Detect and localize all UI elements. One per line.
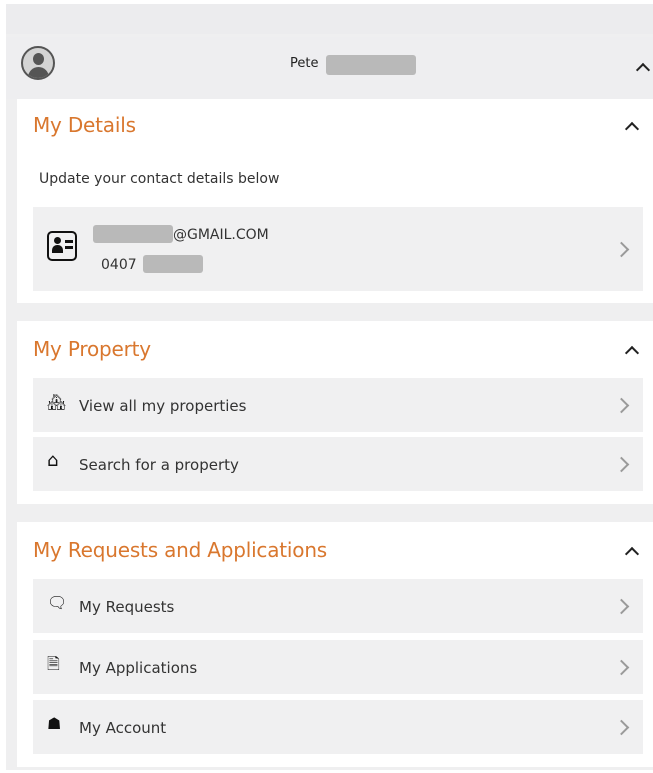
chevron-right-icon (613, 598, 630, 615)
my-applications-row[interactable]: 🗎︎ My Applications (33, 640, 643, 694)
redacted-email-prefix (93, 225, 173, 243)
details-subtitle: Update your contact details below (39, 171, 280, 187)
search-property-label: Search for a property (79, 456, 239, 474)
my-requests-card: My Requests and Applications 🗨︎ My Reque… (17, 522, 653, 767)
chevron-right-icon (613, 397, 630, 414)
account-icon: ☗ (47, 714, 62, 733)
houses-icon: 🏘︎ (47, 393, 67, 411)
my-applications-label: My Applications (79, 659, 198, 677)
view-all-properties-row[interactable]: 🏘︎ View all my properties (33, 378, 643, 432)
chevron-right-icon (613, 719, 630, 736)
contact-email: @GMAIL.COM (173, 227, 269, 243)
my-property-title: My Property (33, 337, 151, 361)
collapse-requests-icon[interactable] (624, 546, 640, 562)
home-icon: ⌂ (47, 450, 59, 471)
user-name: Pete (290, 56, 319, 71)
user-header[interactable]: Pete (6, 37, 653, 99)
collapse-details-icon[interactable] (624, 121, 640, 137)
collapse-user-icon[interactable] (635, 62, 651, 78)
my-details-title: My Details (33, 113, 136, 137)
my-requests-row[interactable]: 🗨︎ My Requests (33, 579, 643, 633)
collapse-property-icon[interactable] (624, 345, 640, 361)
my-account-label: My Account (79, 719, 167, 737)
top-bar (6, 4, 653, 34)
redacted-phone-suffix (143, 255, 203, 273)
app-frame: Pete My Details Update your contact deta… (6, 4, 653, 770)
contact-card-icon (47, 231, 77, 261)
chevron-right-icon (613, 659, 630, 676)
my-account-row[interactable]: ☗ My Account (33, 700, 643, 754)
contact-phone: 0407 (101, 257, 137, 273)
search-property-row[interactable]: ⌂ Search for a property (33, 437, 643, 491)
my-property-card: My Property 🏘︎ View all my properties ⌂ … (17, 321, 653, 504)
chevron-right-icon (613, 241, 630, 258)
my-requests-title: My Requests and Applications (33, 538, 328, 562)
redacted-surname (326, 55, 416, 75)
chat-icon: 🗨︎ (47, 593, 68, 612)
my-details-card: My Details Update your contact details b… (17, 99, 653, 303)
contact-details-row[interactable]: @GMAIL.COM 0407 (33, 207, 643, 291)
chevron-right-icon (613, 456, 630, 473)
view-all-properties-label: View all my properties (79, 397, 247, 415)
documents-icon: 🗎︎ (47, 654, 60, 673)
my-requests-label: My Requests (79, 598, 175, 616)
avatar-icon (21, 46, 55, 80)
